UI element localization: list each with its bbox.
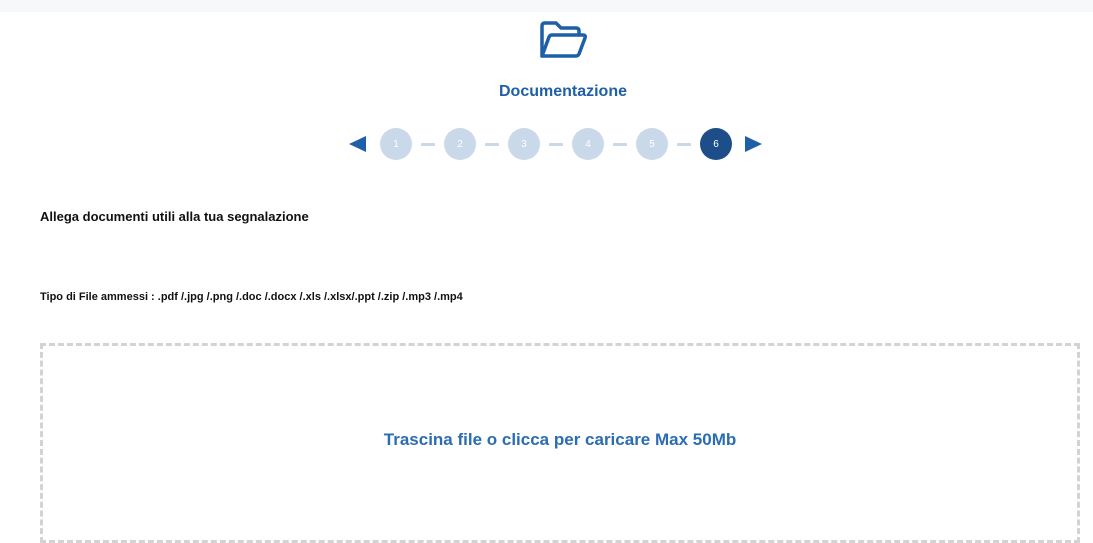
folder-open-icon (538, 20, 588, 62)
file-dropzone[interactable]: Trascina file o clicca per caricare Max … (40, 343, 1080, 543)
step-5[interactable]: 5 (636, 128, 668, 160)
step-4[interactable]: 4 (572, 128, 604, 160)
step-connector (613, 142, 627, 146)
stepper: 1 2 3 4 5 6 (349, 128, 762, 160)
step-2[interactable]: 2 (444, 128, 476, 160)
triangle-left-icon[interactable] (349, 136, 366, 152)
step-6-active[interactable]: 6 (700, 128, 732, 160)
intro-text: Allega documenti utili alla tua segnalaz… (40, 209, 309, 224)
step-1[interactable]: 1 (380, 128, 412, 160)
allowed-file-types: Tipo di File ammessi : .pdf /.jpg /.png … (40, 291, 463, 303)
step-connector (421, 142, 435, 146)
step-connector (549, 142, 563, 146)
step-connector (485, 142, 499, 146)
section-title: Documentazione (498, 83, 627, 100)
dropzone-label: Trascina file o clicca per caricare Max … (383, 430, 737, 449)
step-connector (677, 142, 691, 146)
step-3[interactable]: 3 (508, 128, 540, 160)
triangle-right-icon[interactable] (745, 136, 762, 152)
top-band (0, 0, 1093, 12)
